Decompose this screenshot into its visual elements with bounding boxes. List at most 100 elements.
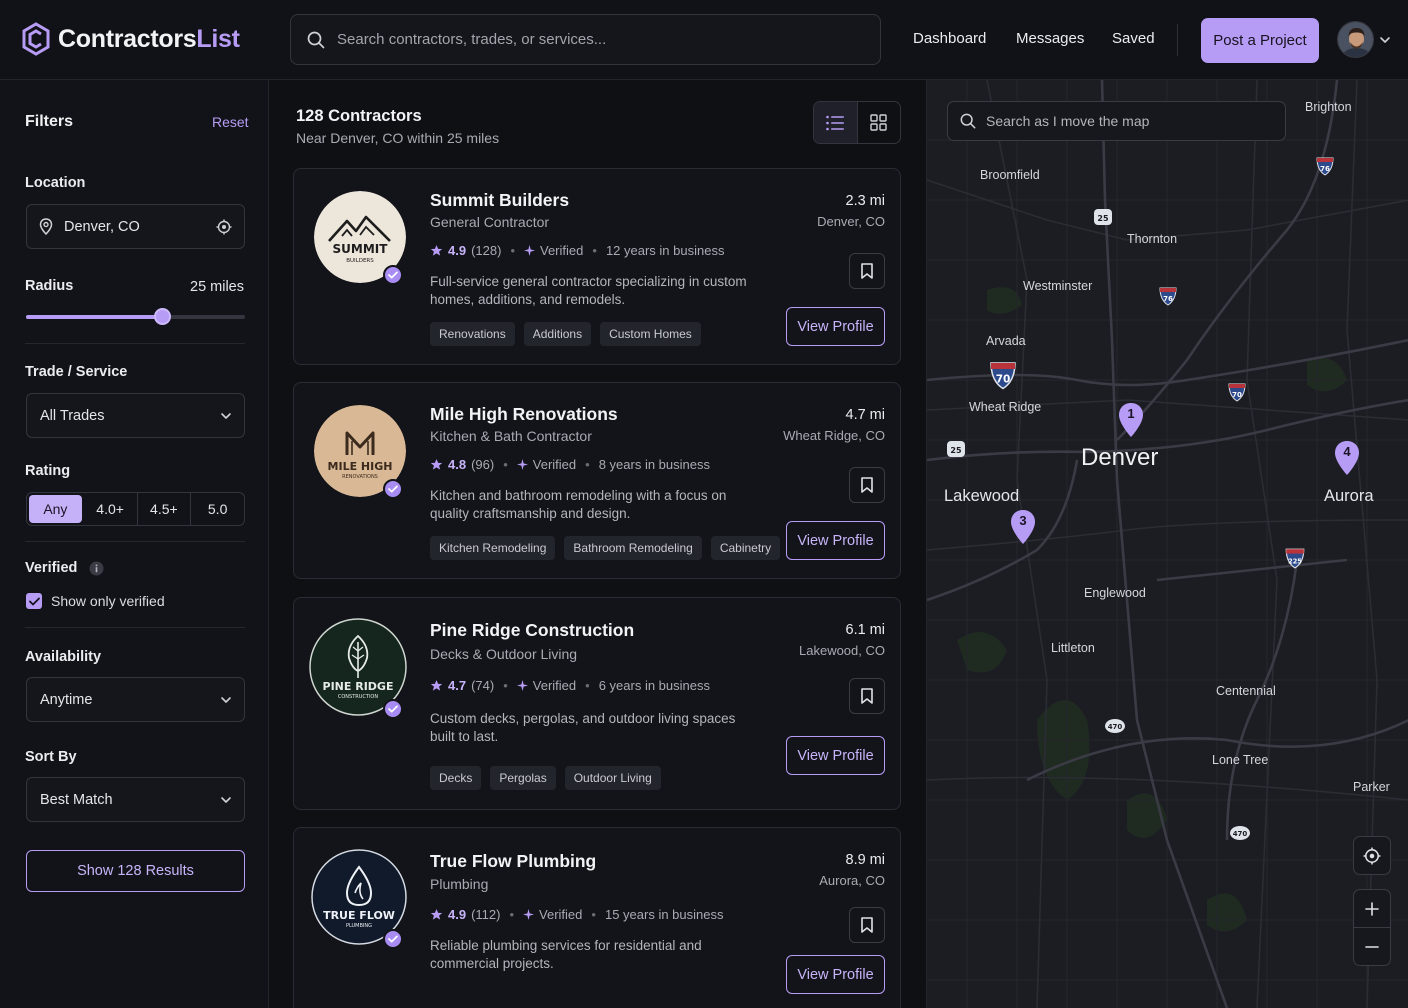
contractor-meta: 4.9 (128) • Verified • 12 years in busin… <box>430 243 724 258</box>
verified-text: Verified <box>532 457 577 472</box>
map-pin-marker[interactable]: 1 <box>1118 402 1144 438</box>
nav-messages[interactable]: Messages <box>1016 30 1084 47</box>
view-profile-button[interactable]: View Profile <box>786 955 885 994</box>
verified-checkbox-label[interactable]: Show only verified <box>51 593 165 609</box>
nav-saved[interactable]: Saved <box>1112 30 1155 47</box>
info-icon[interactable] <box>89 561 104 576</box>
map-canvas[interactable] <box>927 80 1408 1008</box>
contractor-name[interactable]: True Flow Plumbing <box>430 851 596 872</box>
verified-text: Verified <box>539 907 583 922</box>
verified-sparkle-icon <box>516 680 528 691</box>
tag-list: Kitchen Remodeling Bathroom Remodeling C… <box>430 536 781 560</box>
radius-slider[interactable] <box>26 308 245 325</box>
rating-value: 4.8 <box>448 457 467 472</box>
verified-checkbox[interactable] <box>26 593 42 609</box>
svg-text:25: 25 <box>950 446 962 455</box>
place-label: Arvada <box>986 334 1026 348</box>
place-label: Thornton <box>1127 232 1178 246</box>
interstate-shield-icon: 225 <box>1285 548 1305 569</box>
brand-logo-icon <box>22 22 50 56</box>
global-search[interactable] <box>290 14 881 65</box>
view-profile-button[interactable]: View Profile <box>786 307 885 346</box>
rating-option-5-0[interactable]: 5.0 <box>191 493 244 525</box>
radius-slider-fill <box>26 315 162 319</box>
brand-logo[interactable]: ContractorsList <box>22 22 240 56</box>
verified-badge-icon <box>383 479 403 499</box>
interstate-shield-icon: 76 <box>1316 157 1334 176</box>
bookmark-button[interactable] <box>849 253 885 289</box>
contractor-card[interactable]: TRUE FLOW PLUMBING True Flow Plumbing Pl… <box>293 827 901 1008</box>
reset-filters-link[interactable]: Reset <box>212 114 249 130</box>
svg-text:470: 470 <box>1233 830 1248 838</box>
rating-value: 4.7 <box>448 678 467 693</box>
chevron-down-icon[interactable] <box>1379 34 1391 46</box>
contractor-card[interactable]: MILE HIGH RENOVATIONS Mile High Renovati… <box>293 382 901 579</box>
place-label: Centennial <box>1216 684 1276 698</box>
contractor-card[interactable]: SUMMIT BUILDERS Summit Builders General … <box>293 168 901 365</box>
map-search-input[interactable] <box>986 113 1276 129</box>
grid-view-button[interactable] <box>858 102 901 143</box>
trade-select[interactable]: All Trades <box>26 393 245 438</box>
bookmark-button[interactable] <box>849 467 885 503</box>
place-label: Littleton <box>1051 641 1095 655</box>
contractor-card[interactable]: PINE RIDGE CONSTRUCTION Pine Ridge Const… <box>293 597 901 810</box>
city: Aurora, CO <box>819 873 885 888</box>
sort-select[interactable]: Best Match <box>26 777 245 822</box>
tag-list: Renovations Additions Custom Homes <box>430 322 701 346</box>
zoom-out-button[interactable] <box>1354 928 1390 966</box>
filters-sidebar: Filters Reset Location Denver, CO Radius… <box>0 80 269 1008</box>
svg-text:470: 470 <box>1108 723 1123 731</box>
map-search[interactable] <box>947 101 1286 141</box>
contractor-meta: 4.8 (96) • Verified • 8 years in busines… <box>430 457 710 472</box>
availability-select[interactable]: Anytime <box>26 677 245 722</box>
chevron-down-icon <box>221 413 231 419</box>
tag-list: Decks Pergolas Outdoor Living <box>430 766 661 790</box>
bookmark-button[interactable] <box>849 678 885 714</box>
view-profile-button[interactable]: View Profile <box>786 736 885 775</box>
verified-badge-icon <box>383 265 403 285</box>
zoom-in-button[interactable] <box>1354 890 1390 928</box>
star-icon <box>430 909 443 920</box>
tag: Decks <box>430 766 482 790</box>
locate-target-icon[interactable] <box>216 219 232 235</box>
brand-name: ContractorsList <box>58 24 240 53</box>
city: Lakewood, CO <box>799 643 885 658</box>
global-search-input[interactable] <box>337 31 857 48</box>
place-label: Parker <box>1353 780 1390 794</box>
locate-me-button[interactable] <box>1353 836 1391 875</box>
contractor-meta: 4.7 (74) • Verified • 6 years in busines… <box>430 678 710 693</box>
contractor-name[interactable]: Summit Builders <box>430 190 569 211</box>
rating-option-4-5[interactable]: 4.5+ <box>138 493 192 525</box>
contractor-description: Reliable plumbing services for residenti… <box>430 938 702 971</box>
rating-option-4-0[interactable]: 4.0+ <box>84 493 138 525</box>
search-icon <box>307 31 325 48</box>
results-count: 128 Contractors <box>296 107 422 125</box>
radius-value: 25 miles <box>190 279 244 295</box>
contractor-name[interactable]: Mile High Renovations <box>430 404 618 425</box>
verified-badge-icon <box>383 929 403 949</box>
map-pin-marker[interactable]: 3 <box>1010 509 1036 545</box>
verified-label: Verified <box>25 560 78 576</box>
trade-label: Trade / Service <box>25 364 128 380</box>
review-count: (96) <box>471 457 495 472</box>
map-panel[interactable]: Brighton Broomfield Thornton Westminster… <box>926 80 1408 1008</box>
post-project-button[interactable]: Post a Project <box>1201 18 1319 63</box>
user-avatar[interactable] <box>1337 21 1374 58</box>
nav-dashboard[interactable]: Dashboard <box>913 30 986 47</box>
svg-text:70: 70 <box>1232 391 1242 399</box>
distance: 6.1 mi <box>845 622 886 638</box>
verified-text: Verified <box>540 243 584 258</box>
interstate-shield-icon: 76 <box>1159 287 1177 306</box>
location-field[interactable]: Denver, CO <box>26 204 245 249</box>
list-view-button[interactable] <box>814 102 858 143</box>
availability-label: Availability <box>25 649 102 665</box>
place-label: Broomfield <box>980 168 1040 182</box>
bookmark-button[interactable] <box>849 907 885 943</box>
radius-slider-thumb[interactable] <box>153 308 171 325</box>
results-subtitle: Near Denver, CO within 25 miles <box>296 130 500 146</box>
view-profile-button[interactable]: View Profile <box>786 521 885 560</box>
map-pin-marker[interactable]: 4 <box>1334 440 1360 476</box>
show-results-button[interactable]: Show 128 Results <box>26 850 245 892</box>
rating-option-any[interactable]: Any <box>29 495 82 523</box>
contractor-name[interactable]: Pine Ridge Construction <box>430 620 634 641</box>
